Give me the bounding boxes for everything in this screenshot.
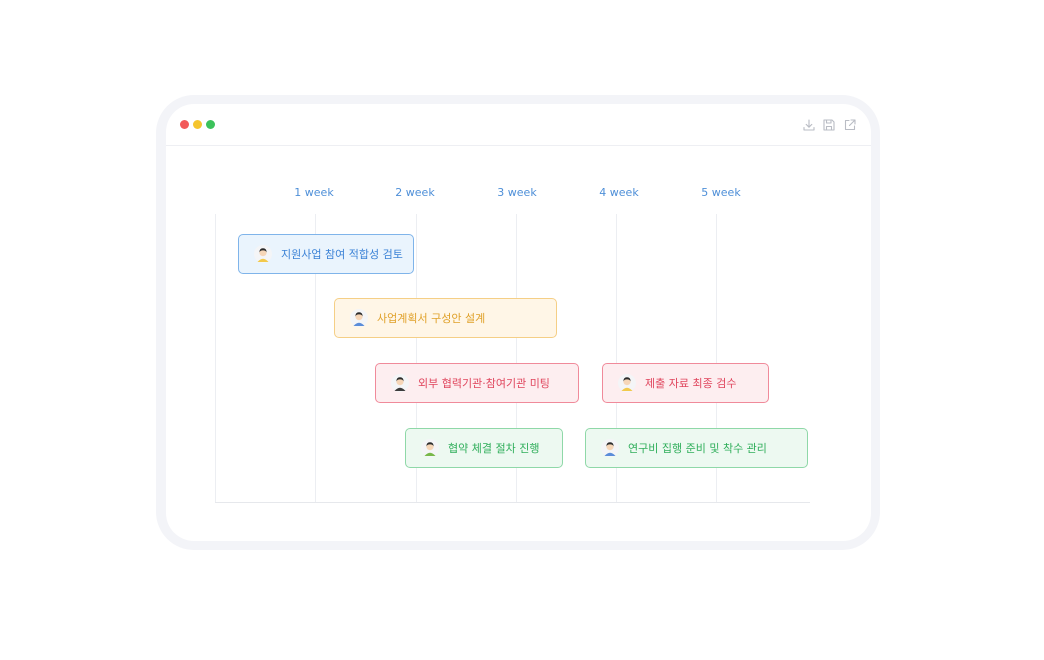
title-bar (166, 104, 871, 146)
maximize-window-button[interactable] (206, 120, 215, 129)
close-window-button[interactable] (180, 120, 189, 129)
download-icon[interactable] (802, 118, 816, 132)
task-bar[interactable]: 연구비 집행 준비 및 착수 관리 (585, 428, 808, 468)
person-icon (601, 439, 619, 457)
task-label: 외부 협력기관·참여기관 미팅 (418, 377, 550, 390)
share-icon[interactable] (843, 118, 857, 132)
minimize-window-button[interactable] (193, 120, 202, 129)
task-bar[interactable]: 협약 체결 절차 진행 (405, 428, 563, 468)
grid-line (215, 214, 216, 503)
week-label: 5 week (701, 186, 741, 199)
person-icon (618, 374, 636, 392)
task-label: 연구비 집행 준비 및 착수 관리 (628, 442, 767, 455)
person-icon (421, 439, 439, 457)
task-label: 사업계획서 구성안 설계 (377, 312, 486, 325)
save-icon[interactable] (822, 118, 836, 132)
task-bar[interactable]: 사업계획서 구성안 설계 (334, 298, 557, 338)
week-label: 1 week (294, 186, 334, 199)
person-icon (350, 309, 368, 327)
task-bar[interactable]: 제출 자료 최종 검수 (602, 363, 769, 403)
week-label: 4 week (599, 186, 639, 199)
week-label: 2 week (395, 186, 435, 199)
task-bar[interactable]: 지원사업 참여 적합성 검토 (238, 234, 414, 274)
task-label: 협약 체결 절차 진행 (448, 442, 540, 455)
task-bar[interactable]: 외부 협력기관·참여기관 미팅 (375, 363, 579, 403)
week-label: 3 week (497, 186, 537, 199)
person-icon (254, 245, 272, 263)
person-icon (391, 374, 409, 392)
task-label: 제출 자료 최종 검수 (645, 377, 737, 390)
app-window: 1 week 2 week 3 week 4 week 5 week 지원사업 … (166, 104, 871, 541)
timeline-baseline (215, 502, 810, 503)
task-label: 지원사업 참여 적합성 검토 (281, 248, 403, 261)
